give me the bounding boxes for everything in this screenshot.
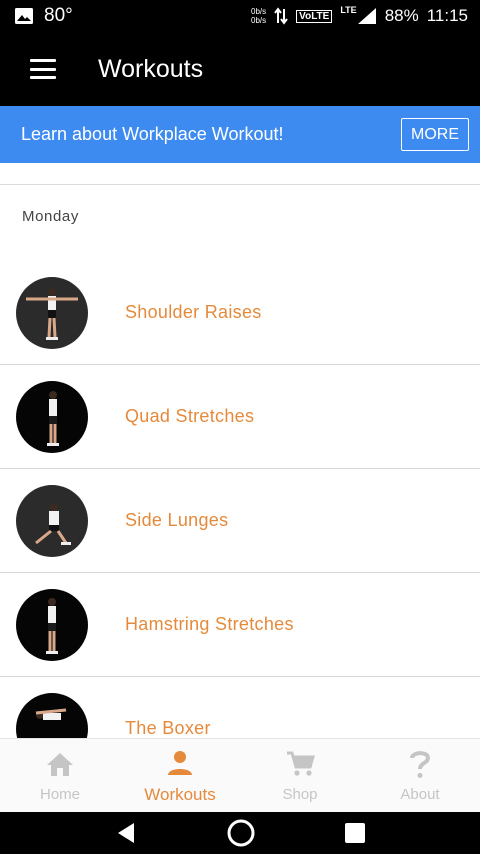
workout-row-quad-stretches[interactable]: Quad Stretches — [0, 365, 480, 469]
nav-home[interactable]: Home — [0, 739, 120, 812]
back-icon[interactable] — [114, 821, 138, 845]
person-standing-image — [46, 597, 58, 654]
person-standing-image — [47, 390, 59, 446]
day-heading: Monday — [22, 208, 79, 225]
temperature-text: 80° — [44, 5, 73, 26]
data-transfer-icon — [274, 7, 288, 25]
status-left: 80° — [14, 5, 73, 27]
battery-percent: 88% — [384, 6, 419, 25]
workout-name: Quad Stretches — [125, 406, 255, 426]
nav-home-label: Home — [39, 786, 80, 803]
workout-name: Side Lunges — [125, 510, 229, 530]
bottom-navigation: Home Workouts Shop About — [0, 738, 480, 812]
workout-name: Shoulder Raises — [125, 302, 262, 322]
app-bar: Workouts — [0, 32, 480, 106]
person-lunge-image — [35, 502, 71, 545]
nav-workouts-label: Workouts — [144, 784, 216, 804]
banner-text: Learn about Workplace Workout! — [21, 124, 284, 144]
cart-icon — [285, 748, 315, 780]
person-leaning-image — [35, 708, 67, 720]
recents-icon[interactable] — [344, 822, 366, 844]
nav-workouts[interactable]: Workouts — [120, 739, 240, 812]
workout-thumbnail — [16, 276, 88, 349]
home-icon — [46, 748, 74, 780]
info-banner: Learn about Workplace Workout! MORE — [0, 106, 480, 163]
divider — [0, 184, 480, 185]
status-bar: 80° 0b/s 0b/s VoLTE LTE 88% 11:15 — [0, 0, 480, 32]
signal-icon — [357, 8, 376, 24]
workout-name: Hamstring Stretches — [125, 614, 294, 634]
status-right: 0b/s 0b/s VoLTE LTE 88% 11:15 — [251, 5, 468, 26]
page-title: Workouts — [98, 54, 204, 83]
workout-row-hamstring-stretches[interactable]: Hamstring Stretches — [0, 573, 480, 677]
nav-shop-label: Shop — [282, 786, 318, 803]
person-arms-out-image — [26, 287, 78, 340]
question-icon — [409, 748, 431, 780]
workout-thumbnail — [16, 588, 88, 661]
workout-thumbnail — [16, 380, 88, 453]
image-notification-icon — [15, 8, 33, 24]
home-circle-icon[interactable] — [226, 818, 256, 848]
network-rate: 0b/s 0b/s — [251, 7, 266, 25]
system-navigation-bar — [0, 812, 480, 854]
person-icon — [166, 747, 194, 779]
volte-badge: VoLTE — [296, 9, 333, 23]
more-button[interactable]: MORE — [401, 118, 469, 151]
net-rate-up: 0b/s — [251, 7, 267, 16]
nav-about[interactable]: About — [360, 739, 480, 812]
net-rate-down: 0b/s — [251, 16, 267, 25]
nav-shop[interactable]: Shop — [240, 739, 360, 812]
nav-about-label: About — [400, 786, 440, 803]
workout-thumbnail — [16, 692, 88, 738]
menu-icon[interactable] — [30, 59, 56, 79]
lte-label: LTE — [340, 5, 357, 15]
workout-row-shoulder-raises[interactable]: Shoulder Raises — [0, 261, 480, 365]
clock-time: 11:15 — [426, 6, 468, 25]
workout-row-side-lunges[interactable]: Side Lunges — [0, 469, 480, 573]
workout-name: The Boxer — [125, 718, 211, 738]
workout-thumbnail — [16, 484, 88, 557]
workout-list-container[interactable]: Monday Shoulder Raises Quad Stretches Si… — [0, 163, 480, 738]
workout-row-the-boxer[interactable]: The Boxer — [0, 677, 480, 738]
